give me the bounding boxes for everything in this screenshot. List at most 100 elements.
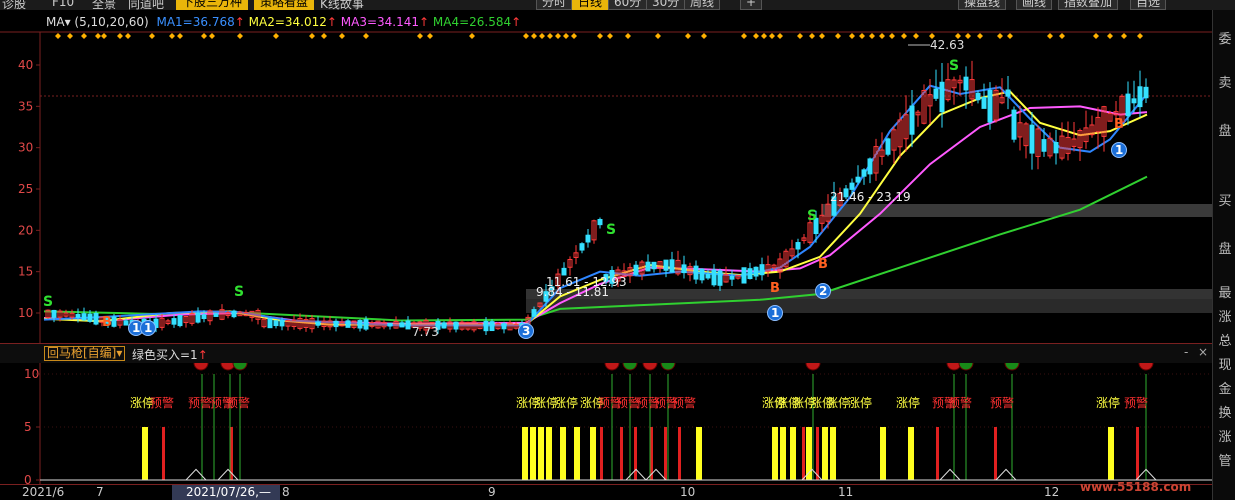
candle-body bbox=[747, 268, 753, 280]
ma3-value: MA3=34.141 bbox=[340, 15, 420, 29]
signal-diamond bbox=[117, 33, 123, 39]
indicator-title[interactable]: 回马枪[自编]▾ bbox=[44, 346, 126, 361]
toolbar-index-overlay[interactable]: 指数叠加 bbox=[1058, 0, 1119, 10]
period-tab-intraday[interactable]: 分时 bbox=[536, 0, 573, 10]
signal-diamond bbox=[427, 33, 433, 39]
sell-signal-s: S bbox=[43, 294, 53, 310]
indicator-bar-red bbox=[936, 427, 939, 480]
candlestick-chart[interactable]: 4035302520151042.637.7321.46 - 23.1911.6… bbox=[0, 0, 1212, 484]
toolbar-operation-line[interactable]: 操盘线 bbox=[958, 0, 1007, 10]
side-label-total: 总 bbox=[1218, 334, 1232, 349]
candle-body bbox=[705, 273, 711, 279]
high-price-label: 42.63 bbox=[930, 38, 964, 52]
candle-body bbox=[633, 264, 639, 275]
period-tab-30min[interactable]: 30分 bbox=[646, 0, 686, 10]
signal-diamond bbox=[913, 33, 919, 39]
toolbar-watchlist[interactable]: 自选 bbox=[1130, 0, 1167, 10]
watermark: www.55188.com bbox=[1080, 480, 1192, 494]
signal-diamond bbox=[753, 33, 759, 39]
candle-body bbox=[981, 96, 987, 109]
side-label-manage: 管 bbox=[1218, 454, 1232, 469]
toolbar-item-panorama[interactable]: 全景 bbox=[92, 0, 116, 10]
signal-diamond bbox=[273, 33, 279, 39]
signal-diamond bbox=[1007, 33, 1013, 39]
candle-body bbox=[195, 312, 201, 323]
candle-body bbox=[93, 312, 99, 325]
period-tab-60min[interactable]: 60分 bbox=[608, 0, 648, 10]
indicator-bar-yellow bbox=[880, 427, 886, 480]
ma-params: (5,10,20,60) bbox=[74, 15, 149, 29]
close-icon[interactable]: × bbox=[1198, 345, 1208, 359]
side-label-sell[interactable]: 卖 bbox=[1215, 72, 1235, 91]
candle-body bbox=[1041, 139, 1047, 152]
indicator-bar-red bbox=[620, 427, 623, 480]
indicator-bar-yellow bbox=[908, 427, 914, 480]
sell-signal-s: S bbox=[606, 222, 616, 238]
indicator-label-limit-up: 涨停 bbox=[1096, 395, 1120, 410]
ma-dropdown-icon[interactable]: ▾ bbox=[65, 15, 75, 29]
signal-diamond bbox=[571, 33, 577, 39]
signal-diamond bbox=[555, 33, 561, 39]
toolbar-highlight-strategy[interactable]: 策略看盘 bbox=[254, 0, 315, 10]
side-label-buy[interactable]: 买 bbox=[1215, 190, 1235, 209]
toolbar-item-diagnose[interactable]: 诊股 bbox=[2, 0, 26, 10]
toolbar-item-forum[interactable]: 同道吧 bbox=[128, 0, 164, 10]
period-tab-daily[interactable]: 日线 bbox=[572, 0, 609, 10]
candle-body bbox=[333, 320, 339, 328]
candle-body bbox=[1005, 89, 1011, 97]
side-label-pan1[interactable]: 盘 bbox=[1215, 120, 1235, 139]
indicator-bar-red bbox=[994, 427, 997, 480]
candle-body bbox=[315, 321, 321, 326]
candle-body bbox=[753, 266, 759, 277]
signal-diamond bbox=[761, 33, 767, 39]
indicator-label-warning: 预警 bbox=[150, 395, 174, 410]
signal-diamond bbox=[889, 33, 895, 39]
signal-diamond bbox=[901, 33, 907, 39]
signal-badge-11b-text: 1 bbox=[144, 321, 152, 335]
buy-signal-b: B bbox=[818, 257, 828, 272]
indicator-bar-yellow bbox=[574, 427, 580, 480]
signal-diamond bbox=[81, 33, 87, 39]
price-tick-label: 40 bbox=[18, 58, 33, 72]
candle-body bbox=[201, 314, 207, 320]
side-label-now: 现 bbox=[1218, 358, 1232, 373]
signal-diamond bbox=[597, 33, 603, 39]
candle-body bbox=[987, 89, 993, 123]
toolbar-item-f10[interactable]: F10 bbox=[52, 0, 74, 9]
signal-diamond bbox=[563, 33, 569, 39]
signal-diamond bbox=[95, 33, 101, 39]
indicator-bar-yellow bbox=[780, 427, 786, 480]
signal-diamond bbox=[125, 33, 131, 39]
signal-diamond bbox=[997, 33, 1003, 39]
indicator-label-warning: 预警 bbox=[188, 395, 212, 410]
candle-body bbox=[741, 267, 747, 284]
side-label-wei[interactable]: 委 bbox=[1215, 28, 1235, 47]
ma-legend-name[interactable]: MA bbox=[46, 15, 65, 29]
period-tab-weekly[interactable]: 周线 bbox=[684, 0, 721, 10]
indicator-label-warning: 预警 bbox=[672, 395, 696, 410]
indicator-bar-yellow bbox=[830, 427, 836, 480]
toolbar-draw-line[interactable]: 画线 bbox=[1016, 0, 1053, 10]
candle-body bbox=[861, 169, 867, 177]
range-band bbox=[526, 289, 1212, 299]
signal-diamond bbox=[547, 33, 553, 39]
indicator-bar-red bbox=[600, 427, 603, 480]
signal-diamond bbox=[625, 33, 631, 39]
buy-signal-b: B bbox=[770, 281, 780, 296]
indicator-peak bbox=[645, 468, 667, 481]
signal-diamond bbox=[1107, 33, 1113, 39]
signal-diamond bbox=[685, 33, 691, 39]
signal-badge-11a-text: 1 bbox=[132, 321, 140, 335]
indicator-bar-yellow bbox=[546, 427, 552, 480]
side-label-pan2[interactable]: 盘 bbox=[1215, 238, 1235, 257]
indicator-label-limit-up: 涨停 bbox=[554, 395, 578, 410]
candle-body bbox=[171, 318, 177, 325]
indicator-label-limit-up: 涨停 bbox=[896, 395, 920, 410]
candle-body bbox=[399, 322, 405, 328]
toolbar-kline-story[interactable]: K线故事 bbox=[320, 0, 364, 10]
minimize-icon[interactable]: - bbox=[1184, 345, 1188, 359]
toolbar-highlight-1[interactable]: 下股三万种 bbox=[176, 0, 249, 10]
candle-body bbox=[387, 322, 393, 327]
ma2-up-arrow-icon: ↑ bbox=[326, 15, 337, 29]
add-button[interactable]: + bbox=[740, 0, 763, 10]
